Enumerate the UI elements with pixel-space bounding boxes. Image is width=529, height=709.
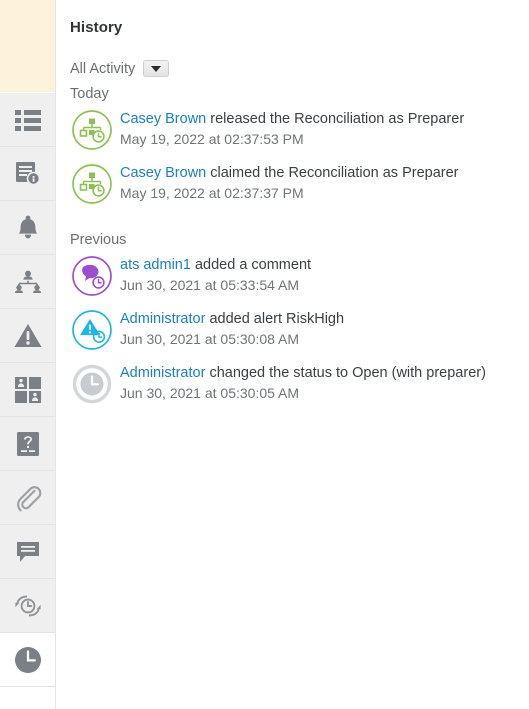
rail-item-list [0, 93, 55, 687]
group-label-today: Today [70, 86, 109, 102]
sidebar-item-history[interactable] [0, 633, 55, 687]
actor-link[interactable]: Administrator [120, 311, 205, 327]
icon-rail [0, 0, 56, 709]
refresh-clock-icon [13, 593, 43, 619]
sidebar-item-document-info[interactable] [0, 147, 55, 201]
activity-filter-label: All Activity [70, 60, 136, 77]
sidebar-item-alerts[interactable] [0, 201, 55, 255]
activity-action: claimed the Reconciliation as Preparer [206, 165, 459, 181]
sidebar-item-refresh-history[interactable] [0, 579, 55, 633]
activity-action: released the Reconciliation as Preparer [206, 111, 465, 127]
group-label-previous: Previous [70, 232, 127, 248]
page-title: History [70, 19, 123, 36]
activity-description: ats admin1 added a comment [120, 256, 311, 275]
alert-clock-icon [70, 308, 114, 352]
activity-timestamp: Jun 30, 2021 at 05:30:08 AM [120, 331, 300, 347]
list-item[interactable]: Administrator changed the status to Open… [70, 362, 515, 406]
list-item[interactable]: Casey Brown claimed the Reconciliation a… [70, 162, 515, 206]
activity-timestamp: Jun 30, 2021 at 05:33:54 AM [120, 277, 300, 293]
comment-clock-icon [70, 254, 114, 298]
list-item[interactable]: ats admin1 added a comment Jun 30, 2021 … [70, 254, 515, 298]
list-item-body: Casey Brown claimed the Reconciliation a… [120, 162, 459, 203]
sidebar-item-questions[interactable] [0, 417, 55, 471]
sidebar-item-attachments[interactable] [0, 471, 55, 525]
activity-action: added a comment [190, 257, 312, 273]
warning-triangle-icon [14, 323, 42, 348]
history-panel: History All Activity Today Casey Brown r… [56, 0, 529, 709]
question-document-icon [16, 431, 40, 457]
activity-action: changed the status to Open (with prepare… [205, 365, 486, 381]
workflow-clock-icon [70, 108, 114, 152]
chevron-down-icon [151, 65, 162, 72]
actor-link[interactable]: Casey Brown [120, 165, 206, 181]
clock-icon [13, 645, 43, 675]
activity-description: Casey Brown released the Reconciliation … [120, 110, 464, 129]
comment-icon [15, 540, 41, 564]
sidebar-item-comments[interactable] [0, 525, 55, 579]
bell-icon [16, 215, 40, 241]
activity-timestamp: Jun 30, 2021 at 05:30:05 AM [120, 385, 300, 401]
list-item-body: Administrator changed the status to Open… [120, 362, 486, 403]
sidebar-item-properties[interactable] [0, 363, 55, 417]
list-icon [14, 109, 41, 131]
activity-description: Administrator changed the status to Open… [120, 364, 486, 383]
actor-link[interactable]: Casey Brown [120, 111, 206, 127]
paperclip-icon [14, 484, 42, 512]
activity-timestamp: May 19, 2022 at 02:37:53 PM [120, 131, 304, 147]
sidebar-item-list[interactable] [0, 93, 55, 147]
activity-list-today: Casey Brown released the Reconciliation … [70, 108, 515, 206]
activity-description: Casey Brown claimed the Reconciliation a… [120, 164, 459, 183]
status-clock-icon [70, 362, 114, 406]
activity-action: added alert RiskHigh [205, 311, 345, 327]
list-item-body: ats admin1 added a comment Jun 30, 2021 … [120, 254, 311, 295]
activity-filter: All Activity [70, 60, 515, 77]
sidebar-item-warnings[interactable] [0, 309, 55, 363]
org-chart-icon [14, 270, 42, 294]
activity-timestamp: May 19, 2022 at 02:37:37 PM [120, 185, 304, 201]
history-panel-app: History All Activity Today Casey Brown r… [0, 0, 529, 709]
rail-highlight-block [0, 0, 55, 93]
activity-description: Administrator added alert RiskHigh [120, 310, 344, 329]
activity-filter-dropdown-button[interactable] [143, 60, 170, 77]
list-item[interactable]: Administrator added alert RiskHigh Jun 3… [70, 308, 515, 352]
document-info-icon [15, 161, 41, 187]
list-item-body: Casey Brown released the Reconciliation … [120, 108, 464, 149]
workflow-clock-icon [70, 162, 114, 206]
list-item-body: Administrator added alert RiskHigh Jun 3… [120, 308, 344, 349]
sidebar-item-workflow[interactable] [0, 255, 55, 309]
actor-link[interactable]: ats admin1 [120, 257, 191, 273]
actor-link[interactable]: Administrator [120, 365, 205, 381]
list-item[interactable]: Casey Brown released the Reconciliation … [70, 108, 515, 152]
activity-list-previous: ats admin1 added a comment Jun 30, 2021 … [70, 254, 515, 406]
quadrant-people-icon [14, 376, 41, 403]
